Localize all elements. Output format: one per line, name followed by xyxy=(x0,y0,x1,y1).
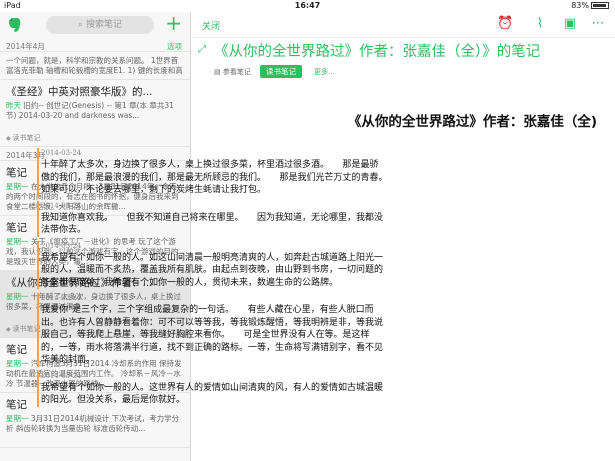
entry-text: 十年醉了太多次，身边换了很多人，桌上换过很多菜，杯里酒过很多酒。 那是最骄傲的我… xyxy=(41,160,402,195)
tag-label: 读书笔记 xyxy=(6,133,184,143)
highlight-entry: 2014-03-24 我爱你"是三个字，三个字组成最复杂的一句话。 有些人藏在心… xyxy=(37,293,387,367)
notebook-label[interactable]: 参看笔记 xyxy=(214,67,251,77)
entry-date: 2014-03-24 xyxy=(41,149,82,157)
entry-text: 我知道你喜欢我。 但我不知道自己将来在哪里。 因为我知道，无论哪里，我都没法带你… xyxy=(41,212,384,236)
clock: 16:47 xyxy=(294,1,321,10)
entry-text: 我希望有个如你一般的人。如这山间清晨一般明亮清爽的人，如奔赴古城道路上阳光一般的… xyxy=(41,252,384,288)
note-title[interactable]: 《从你的全世界路过》作者：张嘉佳（全）》的笔记 xyxy=(214,40,540,61)
section-header-april: 2014年4月 选项 xyxy=(0,38,190,52)
share-icon[interactable]: ▣ xyxy=(562,16,578,32)
highlight-entry: 2014-03-24 十年醉了太多次，身边换了很多人，桌上换过很多菜，杯里酒过很… xyxy=(37,148,402,197)
battery-status: 83% xyxy=(571,1,609,10)
entry-date: 2014-03-24 xyxy=(41,201,82,210)
battery-icon xyxy=(591,2,609,9)
list-item[interactable]: 一个问题，就是，科学和宗教的关系问题。 1世界首富洛克菲勒 轴槽和轮毂槽的宽度E… xyxy=(0,52,190,80)
entry-text: 我爱你"是三个字，三个字组成最复杂的一句话。 有些人藏在心里，有些人脱口而出。也… xyxy=(41,305,384,365)
highlight-entry: 2014-03-24 我希望有个如你一般的人。这世界有人的爱情如山间清爽的风，有… xyxy=(37,370,387,407)
reminder-icon[interactable]: ⏰ xyxy=(497,16,513,32)
entry-date: 2014-03-24 xyxy=(41,294,82,302)
more-link[interactable]: 更多... xyxy=(314,67,335,77)
note-title-row: ⤢ 《从你的全世界路过》作者：张嘉佳（全）》的笔记 xyxy=(192,38,615,64)
status-bar: iPad 16:47 83% xyxy=(0,0,615,12)
list-item[interactable]: 《圣经》中英对照豪华版》的... 昨天 旧约-- 创世记(Genesis) --… xyxy=(0,80,190,147)
expand-icon[interactable]: ⤢ xyxy=(198,44,206,55)
close-button[interactable]: 关闭 xyxy=(202,19,220,32)
note-body[interactable]: 2014-03-24 十年醉了太多次，身边换了很多人，桌上换过很多菜，杯里酒过很… xyxy=(37,148,402,411)
entry-date: 2014-03-24 xyxy=(41,371,82,380)
battery-percent: 83% xyxy=(571,1,589,10)
tag-button[interactable]: 读书笔记 xyxy=(260,65,302,78)
entry-date: 2014-03-24 xyxy=(41,241,82,250)
highlight-entry: 2014-03-24 我知道你喜欢我。 但我不知道自己将来在哪里。 因为我知道，… xyxy=(37,200,387,237)
new-note-button[interactable]: + xyxy=(165,13,182,33)
entry-text: 我希望有个如你一般的人。这世界有人的爱情如山间清爽的风，有人的爱情如古城温暖的阳… xyxy=(41,382,384,406)
note-meta: 参看笔记 读书笔记 更多... xyxy=(192,64,615,80)
sidebar-header: ⌕ 搜索笔记 + xyxy=(0,12,190,38)
document-title: 《从你的全世界路过》作者：张嘉佳（全) xyxy=(347,114,597,130)
options-button[interactable]: 选项 xyxy=(167,41,182,52)
note-toolbar: 关闭 ⏰ ⌇ ▣ ⋯ xyxy=(192,12,615,38)
search-input[interactable]: ⌕ 搜索笔记 xyxy=(46,16,154,34)
attachment-icon[interactable]: ⌇ xyxy=(532,16,548,32)
highlight-entry: 2014-03-24 我希望有个如你一般的人。如这山间清晨一般明亮清爽的人，如奔… xyxy=(37,240,387,289)
more-icon[interactable]: ⋯ xyxy=(590,16,606,32)
evernote-logo-icon[interactable] xyxy=(6,17,22,33)
